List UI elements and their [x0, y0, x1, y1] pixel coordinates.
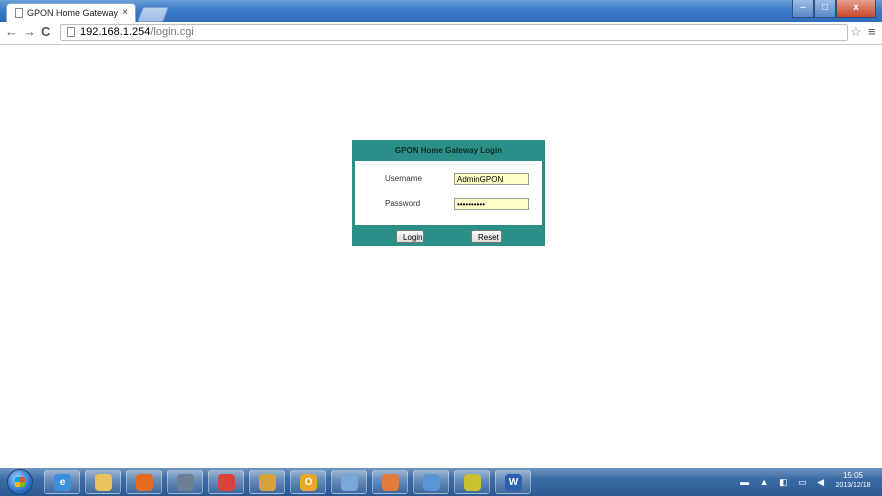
login-button[interactable]: Login	[396, 230, 424, 243]
back-arrow-icon[interactable]: ←	[5, 24, 18, 39]
url-host: 192.168.1.254	[80, 26, 151, 38]
bookmark-star-icon[interactable]: ☆	[850, 24, 862, 40]
network-app-icon	[341, 474, 358, 491]
browser-tab[interactable]: GPON Home Gateway ×	[6, 3, 136, 22]
taskbar-network-app-button[interactable]	[331, 470, 367, 494]
username-label: Username	[385, 174, 422, 183]
taskbar-outlook-button[interactable]: O	[290, 470, 326, 494]
file-explorer-icon	[95, 474, 112, 491]
reload-icon[interactable]: C	[41, 24, 50, 39]
close-window-button[interactable]: x	[836, 0, 876, 18]
start-button[interactable]	[7, 469, 33, 495]
taskbar-calculator-button[interactable]	[167, 470, 203, 494]
taskbar-file-explorer-button[interactable]	[85, 470, 121, 494]
taskbar-word-button[interactable]: W	[495, 470, 531, 494]
forward-arrow-icon[interactable]: →	[23, 24, 36, 39]
tab-title: GPON Home Gateway	[27, 8, 119, 18]
page-icon	[67, 27, 75, 37]
taskbar-media-app-button[interactable]	[454, 470, 490, 494]
window-controls: – □ x	[792, 0, 876, 18]
taskbar-internet-explorer-button[interactable]: e	[44, 470, 80, 494]
calculator-icon	[177, 474, 194, 491]
taskbar-chrome-button[interactable]	[208, 470, 244, 494]
address-bar[interactable]: 192.168.1.254/login.cgi	[60, 24, 848, 41]
firefox-icon	[136, 474, 153, 491]
chrome-icon	[218, 474, 235, 491]
maximize-button[interactable]: □	[814, 0, 836, 18]
login-header: GPON Home Gateway Login	[394, 146, 503, 155]
word-icon: W	[505, 474, 522, 491]
login-panel: GPON Home Gateway Login Username Passwor…	[352, 140, 545, 246]
tab-close-icon[interactable]: ×	[122, 7, 128, 18]
reset-button[interactable]: Reset	[471, 230, 502, 243]
page-icon	[15, 8, 23, 18]
taskbar: e O W ▬ ▲ ◧ ▭ ◀ 15:05 2013/12/18	[0, 468, 882, 496]
taskbar-user-app-button[interactable]	[372, 470, 408, 494]
clock-date: 2013/12/18	[835, 482, 871, 489]
clock-time: 15:05	[842, 471, 864, 480]
new-tab-button[interactable]	[137, 7, 169, 22]
tray-icons[interactable]: ▬ ▲ ◧ ▭ ◀	[740, 477, 828, 488]
login-form-body: Username Password	[355, 161, 542, 225]
outlook-icon: O	[300, 474, 317, 491]
username-input[interactable]	[454, 173, 529, 185]
menu-icon[interactable]: ≡	[868, 24, 876, 39]
search-app-icon	[423, 474, 440, 491]
windows-logo-icon	[15, 477, 25, 487]
browser-toolbar: ← → C 192.168.1.254/login.cgi ☆ ≡	[0, 22, 882, 45]
taskbar-search-app-button[interactable]	[413, 470, 449, 494]
password-input[interactable]	[454, 198, 529, 210]
minimize-button[interactable]: –	[792, 0, 814, 18]
url-path: /login.cgi	[150, 26, 194, 38]
media-app-icon	[464, 474, 481, 491]
address-url[interactable]: 192.168.1.254/login.cgi	[80, 26, 194, 38]
clock[interactable]: 15:05 2013/12/18	[830, 471, 876, 491]
notes-app-icon	[259, 474, 276, 491]
password-label: Password	[385, 199, 421, 208]
taskbar-notes-app-button[interactable]	[249, 470, 285, 494]
internet-explorer-icon: e	[54, 474, 71, 491]
user-app-icon	[382, 474, 399, 491]
browser-title-bar: GPON Home Gateway × – □ x	[0, 0, 882, 22]
taskbar-firefox-button[interactable]	[126, 470, 162, 494]
